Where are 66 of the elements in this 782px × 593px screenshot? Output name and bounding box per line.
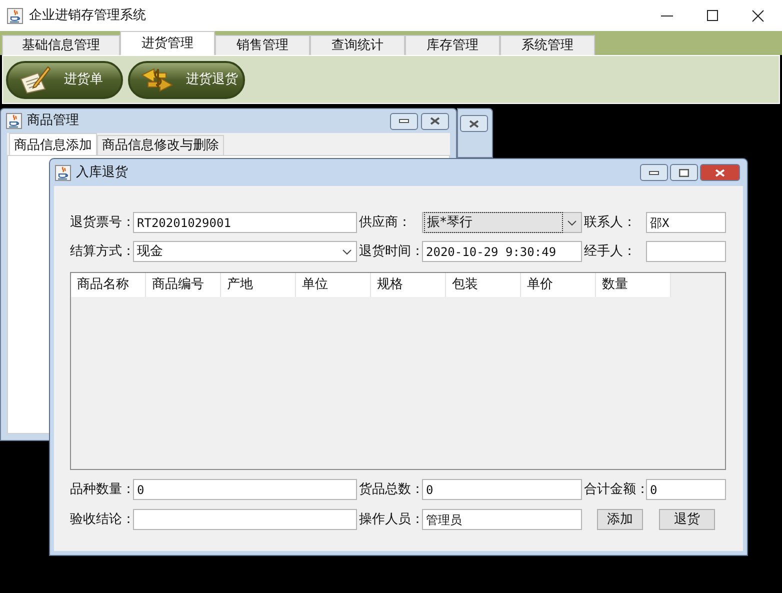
tab[interactable]: 商品信息修改与删除 [97,135,224,155]
action-button[interactable]: 退货 [659,509,715,530]
input-field[interactable]: 0 [646,479,726,500]
menu-tab[interactable]: 销售管理 [215,35,310,55]
close-button[interactable] [700,164,740,181]
close-button[interactable] [421,112,449,130]
input-field[interactable] [133,509,357,530]
minimize-button[interactable] [390,112,418,130]
field-label: 退货时间： [359,242,422,261]
window-title: 商品管理 [27,112,79,130]
chevron-down-icon [567,220,577,226]
input-field[interactable]: 2020-10-29 9:30:49 [422,241,582,262]
chevron-down-icon [342,248,352,254]
close-icon [715,168,725,176]
dropdown[interactable]: 振*琴行 [422,212,582,233]
menu-tab[interactable]: 系统管理 [500,35,595,55]
column-header[interactable]: 包装 [446,273,521,297]
close-icon [469,120,479,128]
field-label: 货品总数： [359,480,422,499]
column-header[interactable]: 单价 [521,273,596,297]
column-header[interactable]: 单位 [296,273,371,297]
window-title: 入库退货 [76,164,128,182]
minimize-icon[interactable] [661,14,673,16]
window-title: 企业进销存管理系统 [29,6,146,25]
input-field[interactable]: 邵X [646,212,726,233]
field-label: 合计金额： [584,480,646,499]
field-label: 联系人： [584,214,637,232]
paper-pencil-icon [18,64,52,94]
close-button[interactable] [460,115,488,132]
maximize-icon[interactable] [707,10,718,21]
maximize-button[interactable] [670,164,698,181]
column-header[interactable]: 商品编号 [146,273,221,297]
field-label: 供应商： [359,214,412,232]
minimize-button[interactable] [640,164,668,181]
input-field[interactable]: 0 [133,479,357,500]
menu-tab[interactable]: 库存管理 [405,35,500,55]
input-field[interactable]: RT20201029001 [133,212,357,233]
toolbar-button[interactable]: 进货退货 [128,60,245,98]
field-label: 退货票号： [70,214,133,232]
input-field[interactable] [646,241,726,262]
column-header[interactable]: 商品名称 [71,273,146,297]
input-field[interactable]: 0 [422,479,582,500]
menu-tab[interactable]: 查询统计 [310,35,405,55]
column-header[interactable]: 数量 [596,273,671,297]
toolbar-button[interactable]: 进货单 [6,60,123,98]
column-header[interactable]: 规格 [371,273,446,297]
action-button[interactable]: 添加 [597,509,643,530]
maximize-icon [679,168,689,176]
coffee-cup-icon [7,8,23,24]
menu-tab[interactable]: 基础信息管理 [2,35,120,55]
field-label: 验收结论： [70,510,133,529]
field-label: 结算方式： [70,242,133,261]
field-label: 品种数量： [70,480,133,499]
minimize-icon [649,170,659,174]
field-label: 经手人： [584,242,637,261]
field-label: 操作人员： [359,510,422,529]
input-field[interactable]: 管理员 [422,509,582,530]
minimize-icon [399,119,409,123]
menu-tab[interactable]: 进货管理 [120,31,215,55]
column-header[interactable]: 产地 [221,273,296,297]
coffee-cup-icon [55,164,71,180]
close-icon[interactable] [752,10,764,22]
close-icon [430,117,440,125]
tab[interactable]: 商品信息添加 [9,133,97,155]
coffee-cup-icon [6,113,22,129]
dropdown[interactable]: 现金 [133,241,357,262]
